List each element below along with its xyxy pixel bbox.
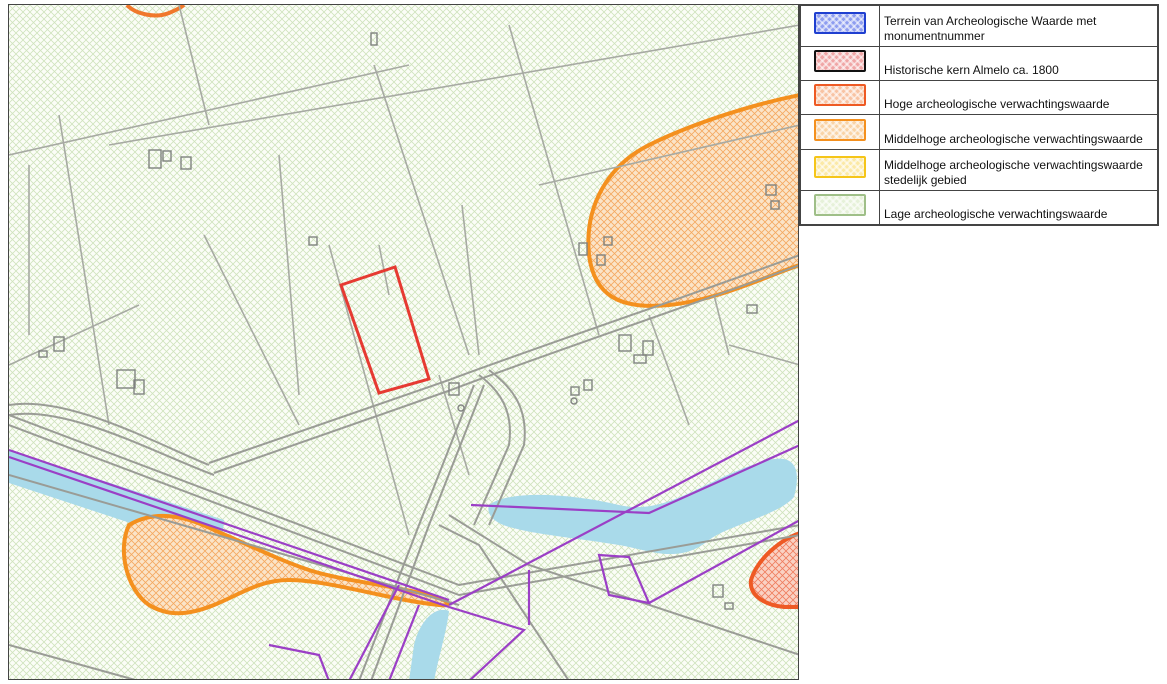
legend-row: Lage archeologische verwachtingswaarde [800,189,1158,225]
orange-hatch-swatch-icon [814,118,866,141]
legend-label: Middelhoge archeologische verwachtingswa… [879,148,1158,191]
blue-hatch-swatch-icon [814,12,866,35]
yellow-hatch-swatch-icon [814,156,866,179]
legend-label: Middelhoge archeologische verwachtingswa… [879,114,1158,150]
legend-swatch-cell [800,5,880,47]
legend-row: Middelhoge archeologische verwachtingswa… [800,148,1158,191]
legend-label: Terrein van Archeologische Waarde met mo… [879,5,1158,47]
legend-label: Hoge archeologische verwachtingswaarde [879,80,1158,116]
legend-label: Lage archeologische verwachtingswaarde [879,189,1158,225]
map-canvas[interactable] [8,4,799,680]
legend-swatch-cell [800,189,880,225]
orange-red-hatch-swatch-icon [814,84,866,107]
legend-swatch-cell [800,80,880,116]
legend-row: Hoge archeologische verwachtingswaarde [800,80,1158,116]
legend-row: Terrein van Archeologische Waarde met mo… [800,5,1158,47]
map-legend: Terrein van Archeologische Waarde met mo… [799,4,1159,226]
legend-swatch-cell [800,148,880,191]
legend-swatch-cell [800,45,880,82]
red-hatch-swatch-icon [814,49,866,72]
legend-row: Middelhoge archeologische verwachtingswa… [800,114,1158,150]
legend-label: Historische kern Almelo ca. 1800 [879,45,1158,82]
legend-swatch-cell [800,114,880,150]
legend-row: Historische kern Almelo ca. 1800 [800,45,1158,82]
green-hatch-swatch-icon [814,193,866,216]
